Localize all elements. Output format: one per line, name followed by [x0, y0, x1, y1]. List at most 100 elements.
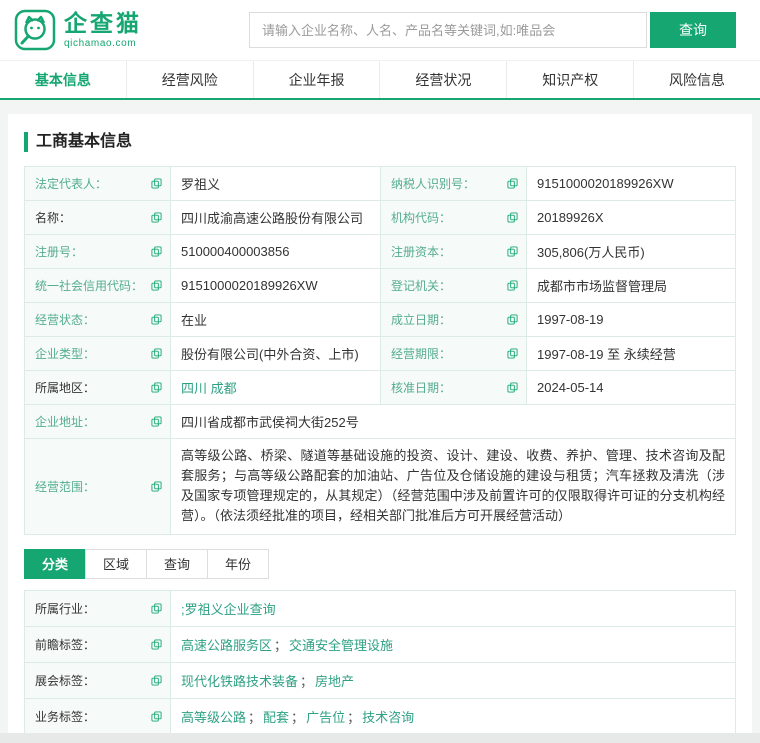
copy-icon[interactable] [151, 314, 162, 325]
label-company-name-cell: 名称： [25, 201, 171, 235]
field-label: 名称： [35, 209, 71, 226]
tag-link[interactable]: 配套 [263, 710, 289, 725]
search-area: 查询 [249, 12, 736, 48]
copy-icon[interactable] [507, 212, 518, 223]
tag-table: 所属行业： ;罗祖义企业查询 前瞻标签： 高速公路服务区；交通安全管理设施 展会… [24, 590, 736, 735]
copy-icon[interactable] [151, 603, 162, 614]
label-business-scope-cell: 经营范围： [25, 439, 171, 535]
copy-icon[interactable] [151, 382, 162, 393]
label-registered-capital-cell: 注册资本： [381, 235, 527, 269]
table-row: 企业类型： 股份有限公司(中外合资、上市) 经营期限： 1997-08-19 至… [25, 337, 736, 371]
field-label: 经营范围： [35, 478, 95, 495]
value-established-date: 1997-08-19 [527, 303, 736, 337]
label-industry-cell: 所属行业： [25, 590, 171, 626]
filter-tab-category[interactable]: 分类 [24, 549, 86, 579]
table-row: 所属地区： 四川 成都 核准日期： 2024-05-14 [25, 371, 736, 405]
copy-icon[interactable] [151, 481, 162, 492]
tab-operating-status[interactable]: 经营状况 [379, 61, 506, 98]
value-credit-code: 9151000020189926XW [171, 269, 381, 303]
value-region-cell: 四川 成都 [171, 371, 381, 405]
field-label: 业务标签： [35, 708, 95, 725]
separator: ； [248, 710, 261, 725]
tag-link[interactable]: 广告位 [306, 710, 345, 725]
value-business-status: 在业 [171, 303, 381, 337]
label-company-address-cell: 企业地址： [25, 405, 171, 439]
tag-link[interactable]: 房地产 [315, 674, 354, 689]
tag-link[interactable]: 现代化铁路技术装备 [181, 674, 298, 689]
table-row: 经营状态： 在业 成立日期： 1997-08-19 [25, 303, 736, 337]
copy-icon[interactable] [151, 212, 162, 223]
tag-link[interactable]: 高等级公路 [181, 710, 246, 725]
separator: ； [291, 710, 304, 725]
brand-name: 企查猫 [64, 11, 142, 36]
filter-tab-region[interactable]: 区域 [85, 549, 147, 579]
field-label: 注册资本： [391, 243, 451, 260]
copy-icon[interactable] [507, 246, 518, 257]
tag-link[interactable]: ;罗祖义企业查询 [181, 602, 276, 617]
filter-tab-query[interactable]: 查询 [146, 549, 208, 579]
brand-domain: qichamao.com [64, 38, 142, 49]
region-link[interactable]: 四川 成都 [181, 381, 237, 396]
copy-icon[interactable] [151, 246, 162, 257]
field-label: 展会标签： [35, 672, 95, 689]
copy-icon[interactable] [507, 314, 518, 325]
field-label: 注册号： [35, 243, 83, 260]
label-exhibition-tags-cell: 展会标签： [25, 662, 171, 698]
copy-icon[interactable] [507, 280, 518, 291]
tag-link[interactable]: 技术咨询 [362, 710, 414, 725]
separator: ； [300, 674, 313, 689]
search-button[interactable]: 查询 [650, 12, 736, 48]
tab-risk-info[interactable]: 风险信息 [633, 61, 760, 98]
value-company-address: 四川省成都市武侯祠大街252号 [171, 405, 736, 439]
value-org-code: 20189926X [527, 201, 736, 235]
table-row: 经营范围： 高等级公路、桥梁、隧道等基础设施的投资、设计、建设、收费、养护、管理… [25, 439, 736, 535]
table-row: 法定代表人： 罗祖义 纳税人识别号： 9151000020189926XW [25, 167, 736, 201]
content-card: 工商基本信息 法定代表人： 罗祖义 纳税人识别号： 91510000201899… [8, 114, 752, 743]
filter-tab-year[interactable]: 年份 [207, 549, 269, 579]
value-approval-date: 2024-05-14 [527, 371, 736, 405]
cat-magnifier-logo-icon [14, 9, 56, 51]
label-org-code-cell: 机构代码： [381, 201, 527, 235]
copy-icon[interactable] [151, 280, 162, 291]
footer-strip [0, 733, 760, 743]
copy-icon[interactable] [507, 348, 518, 359]
label-credit-code-cell: 统一社会信用代码： [25, 269, 171, 303]
value-company-type: 股份有限公司(中外合资、上市) [171, 337, 381, 371]
label-business-tags-cell: 业务标签： [25, 698, 171, 734]
tab-annual-report[interactable]: 企业年报 [253, 61, 380, 98]
logo[interactable]: 企查猫 qichamao.com [14, 9, 142, 51]
copy-icon[interactable] [507, 382, 518, 393]
copy-icon[interactable] [151, 675, 162, 686]
tab-business-risk[interactable]: 经营风险 [126, 61, 253, 98]
field-label: 所属行业： [35, 600, 95, 617]
label-business-term-cell: 经营期限： [381, 337, 527, 371]
field-label: 成立日期： [391, 311, 451, 328]
value-business-tags: 高等级公路；配套；广告位；技术咨询 [171, 698, 736, 734]
separator: ； [347, 710, 360, 725]
tag-link[interactable]: 交通安全管理设施 [289, 638, 393, 653]
tab-basic-info[interactable]: 基本信息 [0, 61, 126, 98]
label-taxpayer-id-cell: 纳税人识别号： [381, 167, 527, 201]
search-input[interactable] [249, 12, 647, 48]
field-label: 登记机关： [391, 277, 451, 294]
header: 企查猫 qichamao.com 查询 [0, 0, 760, 60]
table-row: 企业地址： 四川省成都市武侯祠大街252号 [25, 405, 736, 439]
table-row: 名称： 四川成渝高速公路股份有限公司 机构代码： 20189926X [25, 201, 736, 235]
copy-icon[interactable] [151, 416, 162, 427]
field-label: 统一社会信用代码： [35, 277, 143, 294]
value-foresight-tags: 高速公路服务区；交通安全管理设施 [171, 626, 736, 662]
field-label: 所属地区： [35, 379, 95, 396]
copy-icon[interactable] [151, 178, 162, 189]
tab-intellectual-property[interactable]: 知识产权 [506, 61, 633, 98]
copy-icon[interactable] [507, 178, 518, 189]
tag-link[interactable]: 高速公路服务区 [181, 638, 272, 653]
copy-icon[interactable] [151, 348, 162, 359]
value-business-scope: 高等级公路、桥梁、隧道等基础设施的投资、设计、建设、收费、养护、管理、技术咨询及… [171, 439, 736, 535]
value-registration-authority: 成都市市场监督管理局 [527, 269, 736, 303]
value-registration-number: 510000400003856 [171, 235, 381, 269]
field-label: 法定代表人： [35, 175, 107, 192]
filter-tabs: 分类 区域 查询 年份 [24, 549, 736, 579]
copy-icon[interactable] [151, 711, 162, 722]
copy-icon[interactable] [151, 639, 162, 650]
table-row: 业务标签： 高等级公路；配套；广告位；技术咨询 [25, 698, 736, 734]
